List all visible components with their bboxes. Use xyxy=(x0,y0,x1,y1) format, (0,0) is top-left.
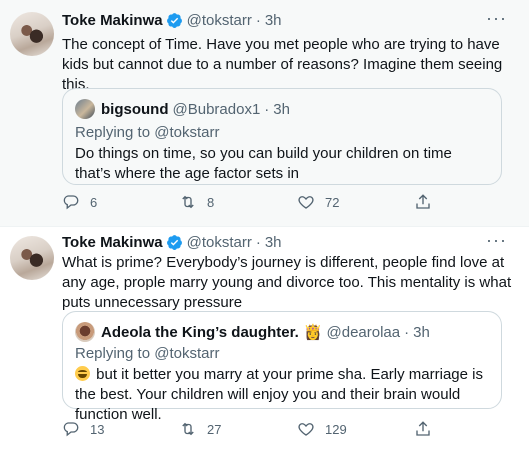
retweet-count: 8 xyxy=(207,194,215,210)
like-count: 72 xyxy=(325,194,340,210)
reply-button[interactable]: 13 xyxy=(62,420,104,438)
tweet[interactable]: Toke Makinwa @tokstarr · 3h ··· The conc… xyxy=(0,0,529,226)
quoted-tweet-header: bigsound @Bubradox1 · 3h xyxy=(75,99,489,119)
separator-dot: · xyxy=(255,233,261,251)
reply-icon xyxy=(63,422,79,437)
quoted-timestamp: 3h xyxy=(273,100,290,118)
like-button[interactable]: 129 xyxy=(297,420,347,438)
reply-icon xyxy=(63,195,79,210)
retweet-button[interactable]: 27 xyxy=(179,420,221,438)
quoted-tweet[interactable]: bigsound @Bubradox1 · 3h Replying to @to… xyxy=(62,88,502,185)
quoted-author-name: bigsound xyxy=(101,100,169,118)
author-name[interactable]: Toke Makinwa xyxy=(62,12,163,29)
like-count: 129 xyxy=(325,421,347,437)
separator-dot: · xyxy=(404,323,410,341)
quoted-tweet-header: Adeola the King’s daughter. 👸 @dearolaa … xyxy=(75,322,489,342)
quoted-author-handle: @Bubradox1 xyxy=(172,100,261,118)
tweet-feed: Toke Makinwa @tokstarr · 3h ··· The conc… xyxy=(0,0,529,450)
heart-icon xyxy=(298,423,314,436)
author-avatar[interactable] xyxy=(10,236,54,280)
tweet[interactable]: Toke Makinwa @tokstarr · 3h ··· What is … xyxy=(0,226,529,450)
more-options-icon[interactable]: ··· xyxy=(486,8,507,29)
tweet-actions: 13 27 129 xyxy=(62,420,509,440)
share-icon xyxy=(416,194,430,209)
retweet-button[interactable]: 8 xyxy=(179,193,214,211)
separator-dot: · xyxy=(264,100,270,118)
princess-emoji-icon: 👸 xyxy=(303,324,323,341)
reply-button[interactable]: 6 xyxy=(62,193,97,211)
laughing-face-emoji-icon xyxy=(75,366,90,381)
retweet-count: 27 xyxy=(207,421,222,437)
verified-badge-icon xyxy=(166,234,182,250)
author-handle[interactable]: @tokstarr xyxy=(187,234,252,251)
quoted-tweet-text: Do things on time, so you can build your… xyxy=(75,145,452,182)
replying-to-mention[interactable]: @tokstarr xyxy=(154,345,219,362)
quoted-author-name: Adeola the King’s daughter. xyxy=(101,323,299,341)
share-icon xyxy=(416,421,430,436)
replying-to: Replying to @tokstarr xyxy=(75,345,219,362)
quoted-author-avatar xyxy=(75,99,95,119)
author-name[interactable]: Toke Makinwa xyxy=(62,234,163,251)
share-button[interactable] xyxy=(414,193,432,211)
quoted-tweet-text-body: but it better you marry at your prime sh… xyxy=(75,366,483,423)
quoted-tweet[interactable]: Adeola the King’s daughter. 👸 @dearolaa … xyxy=(62,311,502,423)
tweet-header: Toke Makinwa @tokstarr · 3h ··· xyxy=(62,230,517,252)
quoted-author-handle: @dearolaa xyxy=(326,323,401,341)
heart-icon xyxy=(298,196,314,209)
tweet-header: Toke Makinwa @tokstarr · 3h ··· xyxy=(62,8,517,30)
author-avatar[interactable] xyxy=(10,12,54,56)
separator-dot: · xyxy=(255,11,261,29)
timestamp[interactable]: 3h xyxy=(265,12,282,29)
replying-to-label: Replying to xyxy=(75,345,155,362)
retweet-icon xyxy=(182,422,194,436)
reply-count: 13 xyxy=(90,421,105,437)
more-options-icon[interactable]: ··· xyxy=(486,230,507,251)
timestamp[interactable]: 3h xyxy=(265,234,282,251)
replying-to-label: Replying to xyxy=(75,124,155,141)
tweet-text: What is prime? Everybody’s journey is di… xyxy=(62,254,512,311)
quoted-timestamp: 3h xyxy=(413,323,430,341)
quoted-author-avatar xyxy=(75,322,95,342)
replying-to: Replying to @tokstarr xyxy=(75,124,219,141)
retweet-icon xyxy=(182,195,194,209)
like-button[interactable]: 72 xyxy=(297,193,339,211)
quoted-tweet-text: but it better you marry at your prime sh… xyxy=(75,365,489,425)
tweet-actions: 6 8 72 xyxy=(62,193,509,213)
verified-badge-icon xyxy=(166,12,182,28)
tweet-text: The concept of Time. Have you met people… xyxy=(62,36,503,93)
author-handle[interactable]: @tokstarr xyxy=(187,12,252,29)
reply-count: 6 xyxy=(90,194,98,210)
share-button[interactable] xyxy=(414,420,432,438)
replying-to-mention[interactable]: @tokstarr xyxy=(154,124,219,141)
